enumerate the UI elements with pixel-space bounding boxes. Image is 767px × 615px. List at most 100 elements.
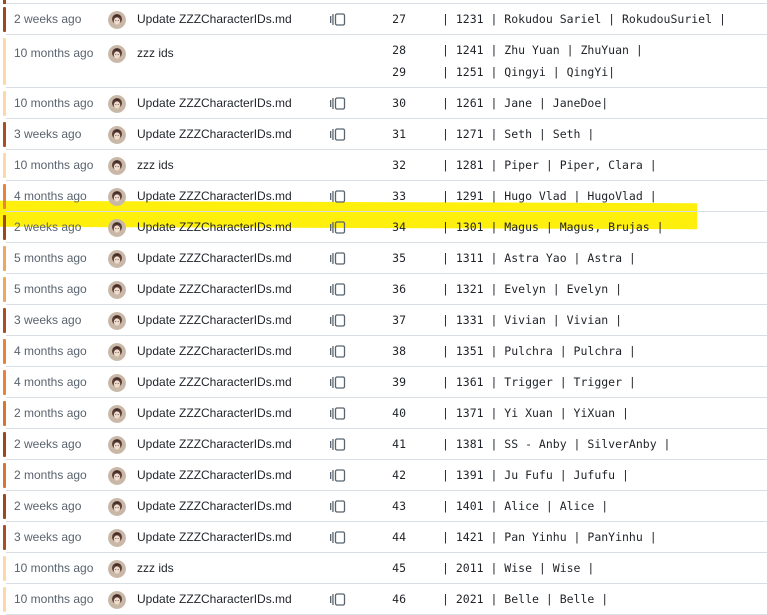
- commit-message-link[interactable]: Update ZZZCharacterIDs.md: [137, 243, 292, 274]
- line-number[interactable]: 38: [380, 336, 406, 367]
- code-lines: 39 | 1361 | Trigger | Trigger |: [380, 367, 767, 398]
- line-number[interactable]: 36: [380, 274, 406, 305]
- commit-message-link[interactable]: zzz ids: [137, 150, 174, 181]
- reblame-icon[interactable]: [329, 468, 346, 483]
- line-number[interactable]: 45: [380, 553, 406, 584]
- line-number[interactable]: 31: [380, 119, 406, 150]
- reblame-icon[interactable]: [329, 375, 346, 390]
- code-text: | 1321 | Evelyn | Evelyn |: [442, 282, 623, 296]
- commit-message-link[interactable]: Update ZZZCharacterIDs.md: [137, 212, 292, 243]
- age-bar: [3, 587, 6, 612]
- commit-message-link[interactable]: Update ZZZCharacterIDs.md: [137, 274, 292, 305]
- code-text: | 1261 | Jane | JaneDoe|: [442, 96, 609, 110]
- author-avatar[interactable]: [108, 126, 126, 144]
- reblame-icon[interactable]: [329, 12, 346, 27]
- line-number[interactable]: 46: [380, 584, 406, 615]
- author-avatar[interactable]: [108, 560, 126, 578]
- commit-age: 10 months ago: [14, 158, 94, 172]
- code-text: | 1231 | Rokudou Sariel | RokudouSuriel …: [442, 12, 726, 26]
- line-number[interactable]: 42: [380, 460, 406, 491]
- line-number[interactable]: 27: [380, 4, 406, 35]
- author-avatar[interactable]: [108, 312, 126, 330]
- blame-row: 2 weeks ago Update ZZZCharacterIDs.md 43 | …: [0, 491, 767, 522]
- reblame-icon[interactable]: [329, 344, 346, 359]
- code-lines: 46 | 2021 | Belle | Belle |: [380, 584, 767, 615]
- author-avatar[interactable]: [108, 250, 126, 268]
- author-avatar[interactable]: [108, 405, 126, 423]
- line-number[interactable]: 33: [380, 181, 406, 212]
- reblame-icon[interactable]: [329, 127, 346, 142]
- line-number[interactable]: 32: [380, 150, 406, 181]
- commit-message-link[interactable]: Update ZZZCharacterIDs.md: [137, 181, 292, 212]
- author-avatar[interactable]: [108, 374, 126, 392]
- blame-row: 2 months ago Update ZZZCharacterIDs.md 42 |…: [0, 460, 767, 491]
- line-number[interactable]: 30: [380, 88, 406, 119]
- reblame-icon[interactable]: [329, 499, 346, 514]
- code-lines: 36 | 1321 | Evelyn | Evelyn |: [380, 274, 767, 305]
- blame-row: 2 months ago Update ZZZCharacterIDs.md 40 |…: [0, 398, 767, 429]
- line-number[interactable]: 40: [380, 398, 406, 429]
- author-avatar[interactable]: [108, 529, 126, 547]
- code-lines: 44 | 1421 | Pan Yinhu | PanYinhu |: [380, 522, 767, 553]
- author-avatar[interactable]: [108, 45, 126, 63]
- line-number[interactable]: 44: [380, 522, 406, 553]
- commit-age: 2 weeks ago: [14, 499, 82, 513]
- author-avatar[interactable]: [108, 219, 126, 237]
- code-lines: 41 | 1381 | SS - Anby | SilverAnby |: [380, 429, 767, 460]
- blame-row: 5 months ago Update ZZZCharacterIDs.md 36 |…: [0, 274, 767, 305]
- author-avatar[interactable]: [108, 157, 126, 175]
- commit-message-link[interactable]: Update ZZZCharacterIDs.md: [137, 305, 292, 336]
- reblame-icon[interactable]: [329, 282, 346, 297]
- reblame-icon[interactable]: [329, 313, 346, 328]
- code-lines: 30 | 1261 | Jane | JaneDoe|: [380, 88, 767, 119]
- author-avatar[interactable]: [108, 188, 126, 206]
- author-avatar[interactable]: [108, 467, 126, 485]
- commit-message-link[interactable]: Update ZZZCharacterIDs.md: [137, 398, 292, 429]
- commit-message-link[interactable]: Update ZZZCharacterIDs.md: [137, 88, 292, 119]
- line-number[interactable]: 37: [380, 305, 406, 336]
- commit-message-link[interactable]: Update ZZZCharacterIDs.md: [137, 336, 292, 367]
- commit-message-link[interactable]: Update ZZZCharacterIDs.md: [137, 4, 292, 35]
- author-avatar[interactable]: [108, 11, 126, 29]
- reblame-icon[interactable]: [329, 406, 346, 421]
- commit-message-link[interactable]: Update ZZZCharacterIDs.md: [137, 522, 292, 553]
- commit-message-link[interactable]: Update ZZZCharacterIDs.md: [137, 584, 292, 615]
- author-avatar[interactable]: [108, 95, 126, 113]
- commit-message-link[interactable]: Update ZZZCharacterIDs.md: [137, 367, 292, 398]
- age-bar: [3, 153, 6, 178]
- reblame-icon[interactable]: [329, 437, 346, 452]
- commit-message-link[interactable]: Update ZZZCharacterIDs.md: [137, 119, 292, 150]
- code-text: | 1401 | Alice | Alice |: [442, 499, 609, 513]
- commit-message-link[interactable]: zzz ids: [137, 38, 174, 69]
- author-avatar[interactable]: [108, 591, 126, 609]
- line-number[interactable]: 43: [380, 491, 406, 522]
- commit-message-link[interactable]: Update ZZZCharacterIDs.md: [137, 429, 292, 460]
- line-number[interactable]: 29: [380, 61, 406, 83]
- commit-message-link[interactable]: Update ZZZCharacterIDs.md: [137, 491, 292, 522]
- line-number[interactable]: 39: [380, 367, 406, 398]
- line-number[interactable]: 34: [380, 212, 406, 243]
- line-number[interactable]: 41: [380, 429, 406, 460]
- blame-row: 3 weeks ago Update ZZZCharacterIDs.md 37 | …: [0, 305, 767, 336]
- age-bar: [3, 339, 6, 364]
- author-avatar[interactable]: [108, 343, 126, 361]
- commit-age: 5 months ago: [14, 282, 87, 296]
- commit-message-link[interactable]: zzz ids: [137, 553, 174, 584]
- code-line: 33 | 1291 | Hugo Vlad | HugoVlad |: [380, 181, 767, 212]
- line-number[interactable]: 35: [380, 243, 406, 274]
- author-avatar[interactable]: [108, 436, 126, 454]
- reblame-icon[interactable]: [329, 530, 346, 545]
- author-avatar[interactable]: [108, 281, 126, 299]
- blame-view: 2 weeks ago Update ZZZCharacterIDs.md 27 | …: [0, 0, 767, 615]
- reblame-icon[interactable]: [329, 96, 346, 111]
- reblame-icon[interactable]: [329, 251, 346, 266]
- reblame-icon[interactable]: [329, 189, 346, 204]
- line-number[interactable]: 28: [380, 39, 406, 61]
- code-line: 40 | 1371 | Yi Xuan | YiXuan |: [380, 398, 767, 429]
- author-avatar[interactable]: [108, 498, 126, 516]
- commit-age: 10 months ago: [14, 561, 94, 575]
- code-text: | 1391 | Ju Fufu | Jufufu |: [442, 468, 629, 482]
- commit-message-link[interactable]: Update ZZZCharacterIDs.md: [137, 460, 292, 491]
- reblame-icon[interactable]: [329, 220, 346, 235]
- age-bar: [3, 91, 6, 116]
